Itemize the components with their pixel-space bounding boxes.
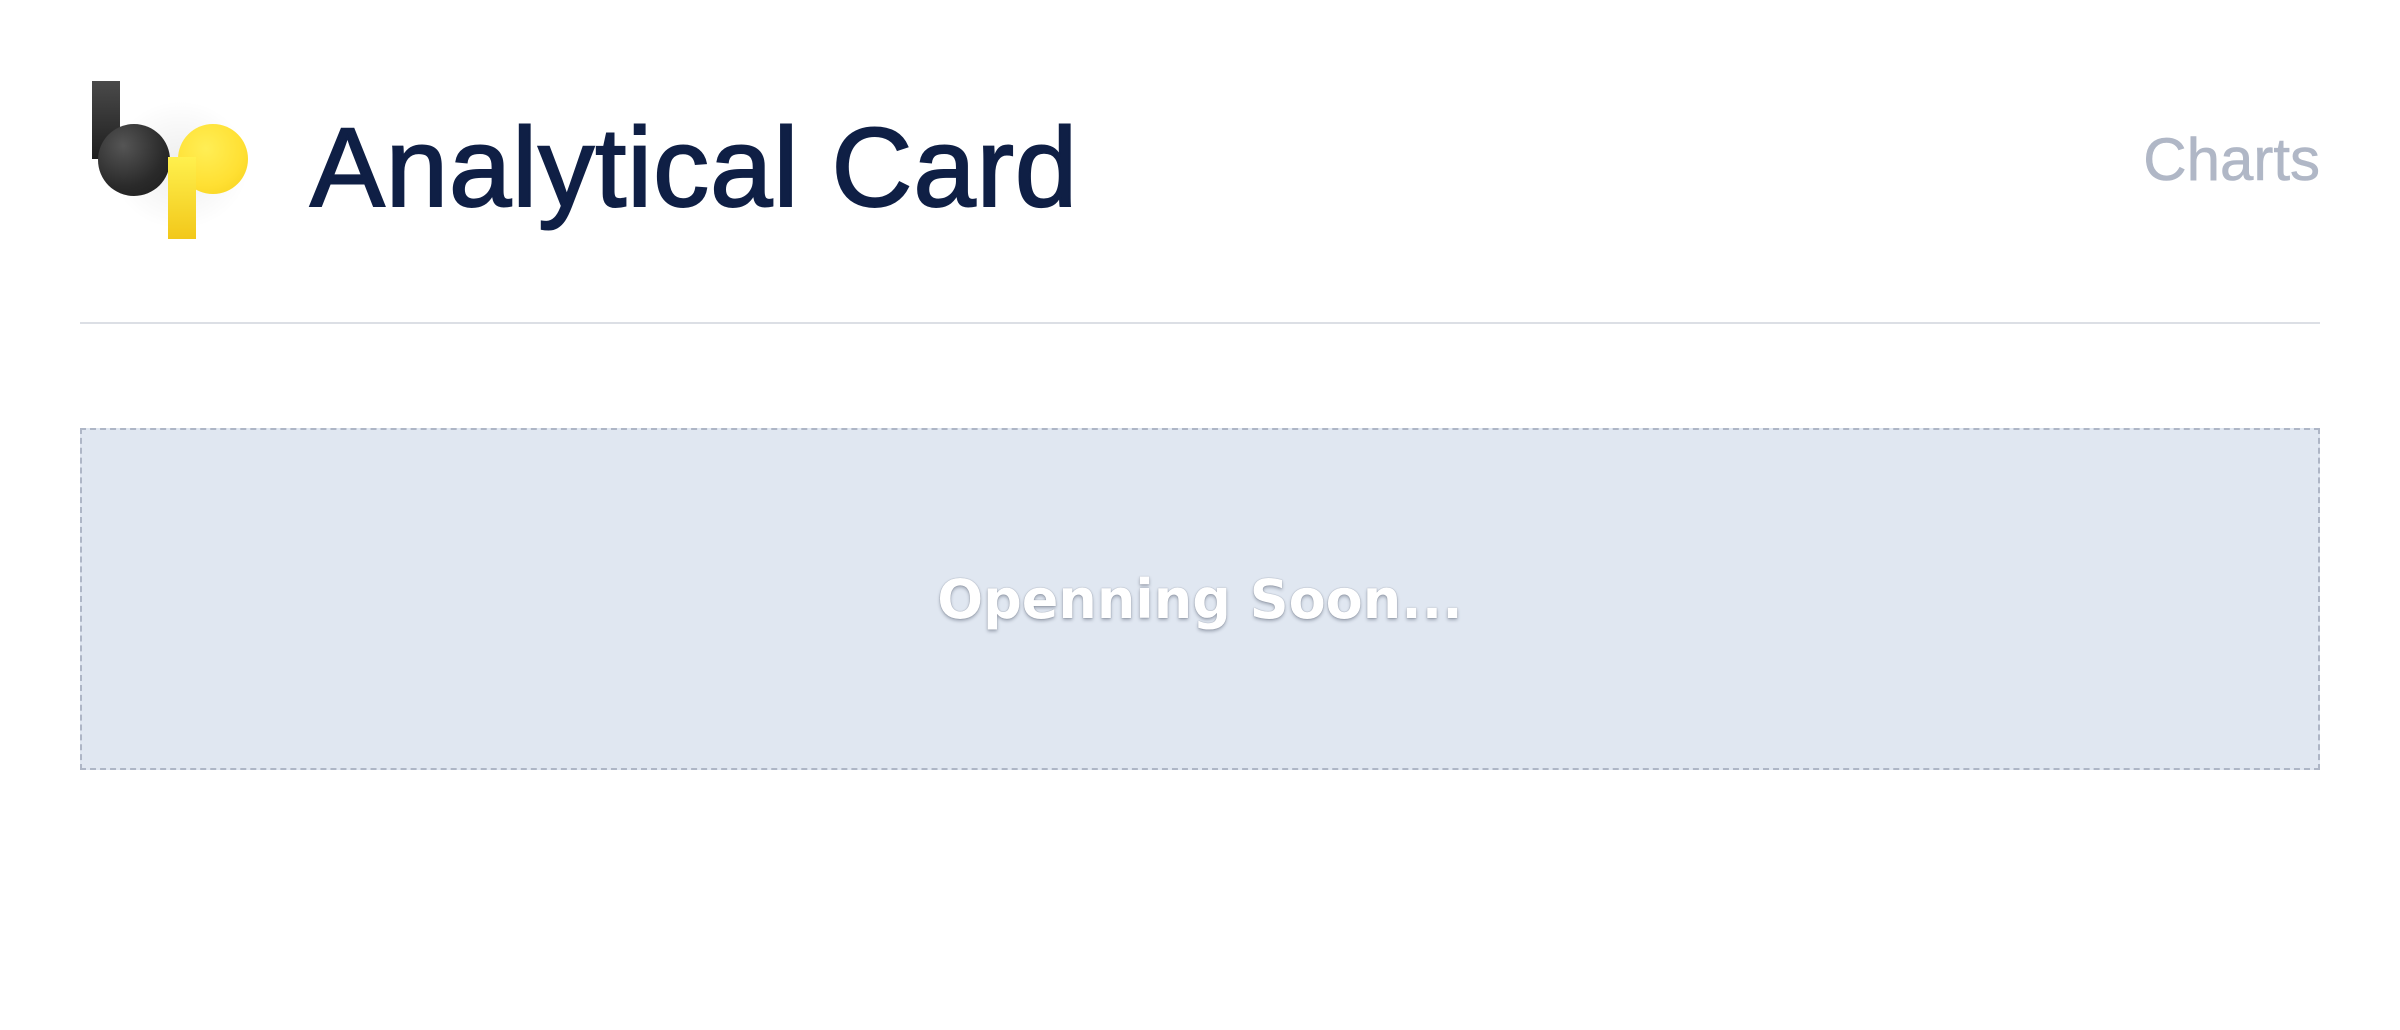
page-title: Analytical Card <box>309 105 1079 230</box>
charts-nav-link[interactable]: Charts <box>2143 129 2320 190</box>
header-divider <box>80 322 2320 324</box>
logo-yellow-bar <box>168 157 196 239</box>
logo-dark-circle <box>98 124 170 196</box>
bp-logo-icon[interactable] <box>80 60 260 250</box>
coming-soon-placeholder: Openning Soon... <box>80 428 2320 770</box>
page-header: Analytical Card Charts <box>80 60 2320 260</box>
placeholder-text: Openning Soon... <box>937 567 1463 631</box>
